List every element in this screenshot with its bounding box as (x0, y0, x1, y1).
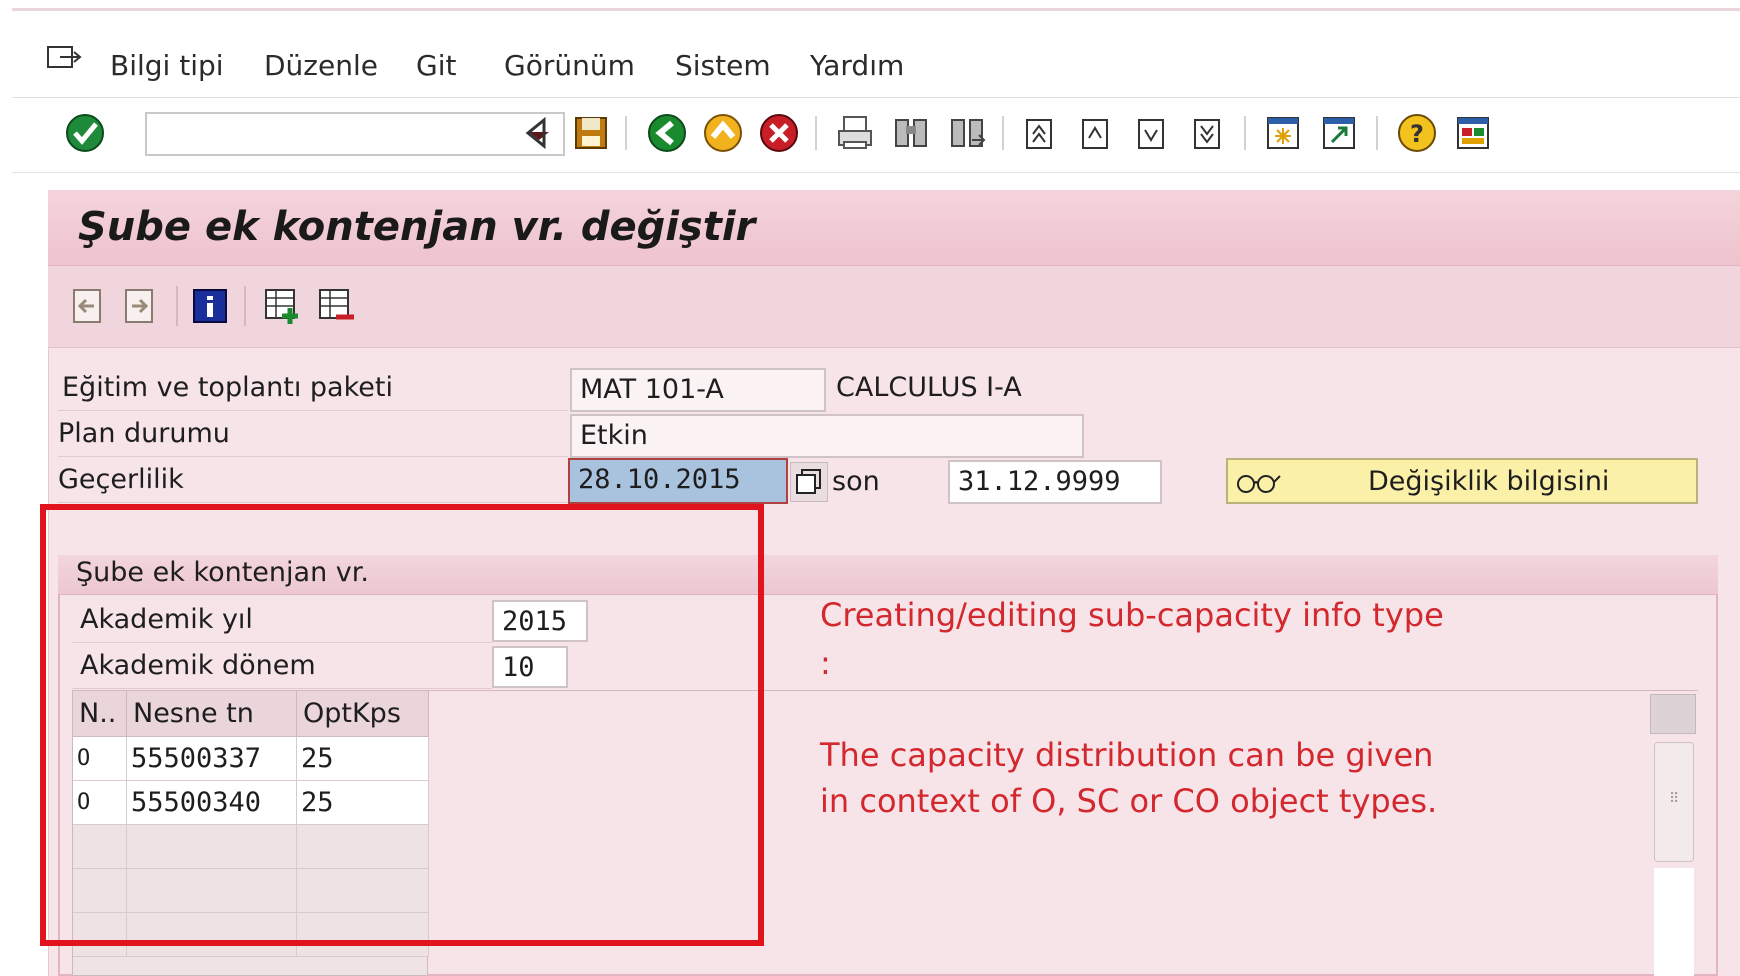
menu-yardim[interactable]: Yardım (810, 49, 904, 82)
menu-gorunum[interactable]: Görünüm (504, 49, 635, 82)
toolbar-separator (1244, 116, 1246, 150)
delete-row-icon[interactable] (316, 286, 356, 326)
customize-layout-icon[interactable] (1452, 112, 1494, 154)
package-name: CALCULUS I-A (836, 372, 1022, 403)
svg-text:?: ? (1410, 120, 1424, 148)
back-icon[interactable] (646, 112, 688, 154)
window-menu-icon[interactable] (46, 43, 84, 73)
toolbar-separator (1376, 116, 1378, 150)
first-page-icon[interactable] (1018, 112, 1060, 154)
calendar-picker-button[interactable] (790, 462, 828, 502)
change-info-button[interactable]: Değişiklik bilgisini (1226, 458, 1698, 504)
menu-git[interactable]: Git (416, 49, 456, 82)
menu-sistem[interactable]: Sistem (675, 49, 771, 82)
menu-bilgi-tipi[interactable]: Bilgi tipi (110, 49, 224, 82)
highlight-frame (40, 504, 764, 946)
next-page-icon[interactable] (1130, 112, 1172, 154)
table-vertical-scrollbar[interactable]: ⠿ (1650, 692, 1698, 976)
toolbar-separator (244, 286, 246, 326)
row-divider (58, 502, 568, 503)
print-icon[interactable] (834, 112, 876, 154)
previous-record-icon[interactable] (68, 286, 108, 326)
back-arrow-icon[interactable] (516, 112, 558, 154)
find-next-icon[interactable] (946, 112, 988, 154)
grip-icon: ⠿ (1669, 791, 1680, 807)
new-session-icon[interactable] (1262, 112, 1304, 154)
last-page-icon[interactable] (1186, 112, 1228, 154)
row-divider (58, 456, 568, 457)
next-record-icon[interactable] (120, 286, 160, 326)
validity-to-label: son (832, 466, 880, 497)
standard-toolbar: ? (12, 98, 1740, 173)
validity-label: Geçerlilik (58, 464, 184, 495)
plan-status-label: Plan durumu (58, 418, 230, 449)
annotation-text: Creating/editing sub-capacity info type (820, 596, 1444, 634)
scroll-thumb[interactable]: ⠿ (1654, 742, 1694, 862)
scroll-track[interactable] (1654, 868, 1694, 976)
command-field[interactable] (145, 112, 565, 156)
find-icon[interactable] (890, 112, 932, 154)
save-icon[interactable] (570, 112, 612, 154)
toolbar-separator (815, 116, 817, 150)
toolbar-separator (176, 286, 178, 326)
validity-end-field[interactable]: 31.12.9999 (948, 460, 1162, 504)
exit-icon[interactable] (702, 112, 744, 154)
toolbar-separator (1002, 116, 1004, 150)
scroll-up-button[interactable] (1650, 694, 1696, 734)
package-code-field[interactable]: MAT 101-A (570, 368, 826, 412)
row-divider (58, 410, 568, 411)
annotation-text: in context of O, SC or CO object types. (820, 782, 1438, 820)
package-label: Eğitim ve toplantı paketi (62, 372, 393, 403)
plan-status-field[interactable]: Etkin (570, 414, 1084, 458)
page-title: Şube ek kontenjan vr. değiştir (78, 204, 756, 250)
cancel-icon[interactable] (758, 112, 800, 154)
menu-bar: Bilgi tipi Düzenle Git Görünüm Sistem Ya… (12, 8, 1740, 98)
application-toolbar (48, 266, 1740, 348)
title-bar: Şube ek kontenjan vr. değiştir (48, 190, 1740, 266)
change-info-label: Değişiklik bilgisini (1368, 466, 1610, 497)
insert-row-icon[interactable] (262, 286, 302, 326)
info-icon[interactable] (190, 286, 230, 326)
shortcut-icon[interactable] (1318, 112, 1360, 154)
previous-page-icon[interactable] (1074, 112, 1116, 154)
glasses-icon (1237, 475, 1281, 493)
enter-icon[interactable] (64, 112, 106, 154)
toolbar-separator (625, 116, 627, 150)
menu-duzenle[interactable]: Düzenle (264, 49, 378, 82)
annotation-text: The capacity distribution can be given (820, 736, 1434, 774)
help-icon[interactable]: ? (1396, 112, 1438, 154)
calendar-icon (796, 469, 821, 494)
annotation-text: : (820, 644, 831, 682)
validity-start-field[interactable]: 28.10.2015 (568, 458, 788, 504)
